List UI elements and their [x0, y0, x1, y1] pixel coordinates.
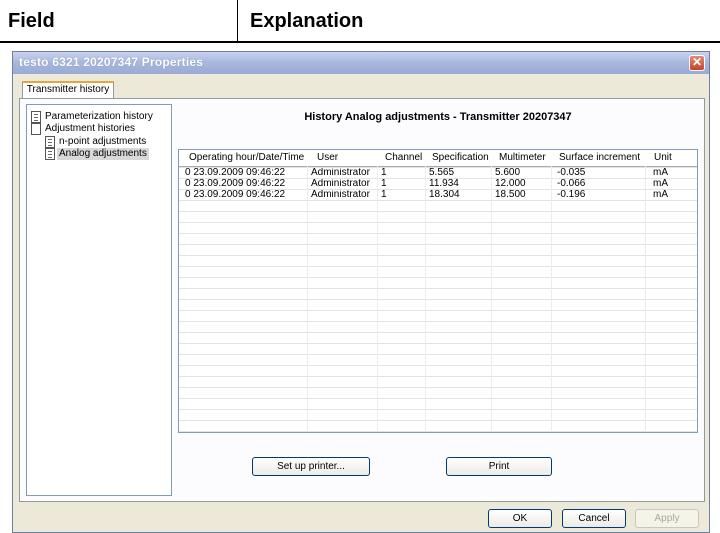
cancel-button[interactable]: Cancel — [562, 509, 626, 528]
grid-row-line — [179, 299, 697, 300]
grid-row-line — [179, 211, 697, 212]
table-cell: mA — [653, 189, 668, 200]
table-cell: 0 23.09.2009 09:46:22 — [185, 189, 286, 200]
grid-row-line — [179, 420, 697, 421]
table-cell: Administrator — [311, 189, 370, 200]
ok-button[interactable]: OK — [488, 509, 552, 528]
grid-row-line — [179, 365, 697, 366]
tab-transmitter-history[interactable]: Transmitter history — [22, 81, 114, 99]
window-title: testo 6321 20207347 Properties — [19, 55, 204, 69]
document-icon — [45, 136, 55, 148]
document-icon — [45, 148, 55, 160]
column-header[interactable]: Operating hour/Date/Time — [189, 152, 304, 163]
tree-label: n-point adjustments — [59, 136, 147, 147]
grid-column-line — [491, 166, 492, 432]
grid-row-line — [179, 277, 697, 278]
title-bar[interactable]: testo 6321 20207347 Properties ✕ — [13, 52, 709, 74]
grid-row-line — [179, 343, 697, 344]
column-header[interactable]: Channel — [385, 152, 422, 163]
grid-row-line — [179, 431, 697, 432]
grid-row-line — [179, 354, 697, 355]
grid-row-line — [179, 200, 697, 201]
table-cell: 0 23.09.2009 09:46:22 — [185, 178, 286, 189]
grid-column-line — [551, 166, 552, 432]
grid-row-line — [179, 398, 697, 399]
grid-row-line — [179, 222, 697, 223]
grid-column-line — [307, 166, 308, 432]
table-row[interactable]: 0 23.09.2009 09:46:22 Administrator 1 11… — [179, 178, 697, 189]
table-cell: -0.196 — [557, 189, 586, 200]
tree-label: Adjustment histories — [45, 123, 136, 134]
table-cell: 12.000 — [495, 178, 526, 189]
history-table[interactable]: Operating hour/Date/Time User Channel Sp… — [178, 149, 698, 433]
grid-row-line — [179, 321, 697, 322]
close-icon: ✕ — [691, 55, 703, 69]
table-cell: 5.565 — [429, 167, 455, 178]
table-cell: 18.500 — [495, 189, 526, 200]
close-button[interactable]: ✕ — [689, 55, 705, 71]
history-tree[interactable]: Parameterization history Adjustment hist… — [26, 104, 172, 496]
tab-panel: Parameterization history Adjustment hist… — [19, 98, 705, 502]
tree-label: Analog adjustments — [57, 148, 149, 160]
history-title: History Analog adjustments - Transmitter… — [304, 111, 572, 123]
table-cell: 18.304 — [429, 189, 460, 200]
grid-row-line — [179, 332, 697, 333]
grid-row-line — [179, 310, 697, 311]
doc-header-table: Field Explanation — [0, 0, 720, 43]
print-button[interactable]: Print — [446, 457, 552, 476]
table-cell: Administrator — [311, 167, 370, 178]
set-up-printer-button[interactable]: Set up printer... — [252, 457, 370, 476]
grid-row-line — [179, 189, 697, 190]
grid-row-line — [179, 409, 697, 410]
column-header[interactable]: User — [317, 152, 338, 163]
table-row[interactable]: 0 23.09.2009 09:46:22 Administrator 1 18… — [179, 189, 697, 200]
grid-row-line — [179, 167, 697, 168]
grid-row-line — [179, 387, 697, 388]
table-cell: 0 23.09.2009 09:46:22 — [185, 167, 286, 178]
table-cell: 11.934 — [429, 178, 459, 189]
grid-row-line — [179, 178, 697, 179]
table-cell: mA — [653, 167, 668, 178]
grid-row-line — [179, 255, 697, 256]
table-cell: 1 — [381, 189, 387, 200]
grid-row-line — [179, 266, 697, 267]
document-icon — [31, 123, 41, 135]
table-cell: 1 — [381, 178, 387, 189]
table-cell: -0.035 — [557, 167, 586, 178]
grid-row-line — [179, 288, 697, 289]
header-explanation: Explanation — [250, 10, 364, 32]
table-cell: -0.066 — [557, 178, 586, 189]
header-field: Field — [0, 0, 238, 43]
tree-label: Parameterization history — [45, 111, 153, 122]
column-header[interactable]: Multimeter — [499, 152, 546, 163]
grid-row-line — [179, 233, 697, 234]
table-row[interactable]: 0 23.09.2009 09:46:22 Administrator 1 5.… — [179, 167, 697, 178]
apply-button[interactable]: Apply — [635, 509, 699, 528]
column-header[interactable]: Specification — [432, 152, 489, 163]
column-header[interactable]: Unit — [654, 152, 672, 163]
table-cell: 1 — [381, 167, 387, 178]
grid-column-line — [377, 166, 378, 432]
header-divider — [0, 41, 720, 43]
table-header: Operating hour/Date/Time User Channel Sp… — [179, 150, 697, 167]
grid-row-line — [179, 376, 697, 377]
grid-column-line — [425, 166, 426, 432]
grid-row-line — [179, 244, 697, 245]
column-header[interactable]: Surface increment — [559, 152, 640, 163]
table-cell: mA — [653, 178, 668, 189]
grid-column-line — [645, 166, 646, 432]
properties-window: testo 6321 20207347 Properties ✕ Transmi… — [12, 51, 710, 533]
table-cell: 5.600 — [495, 167, 521, 178]
document-icon — [31, 111, 41, 123]
table-cell: Administrator — [311, 178, 370, 189]
